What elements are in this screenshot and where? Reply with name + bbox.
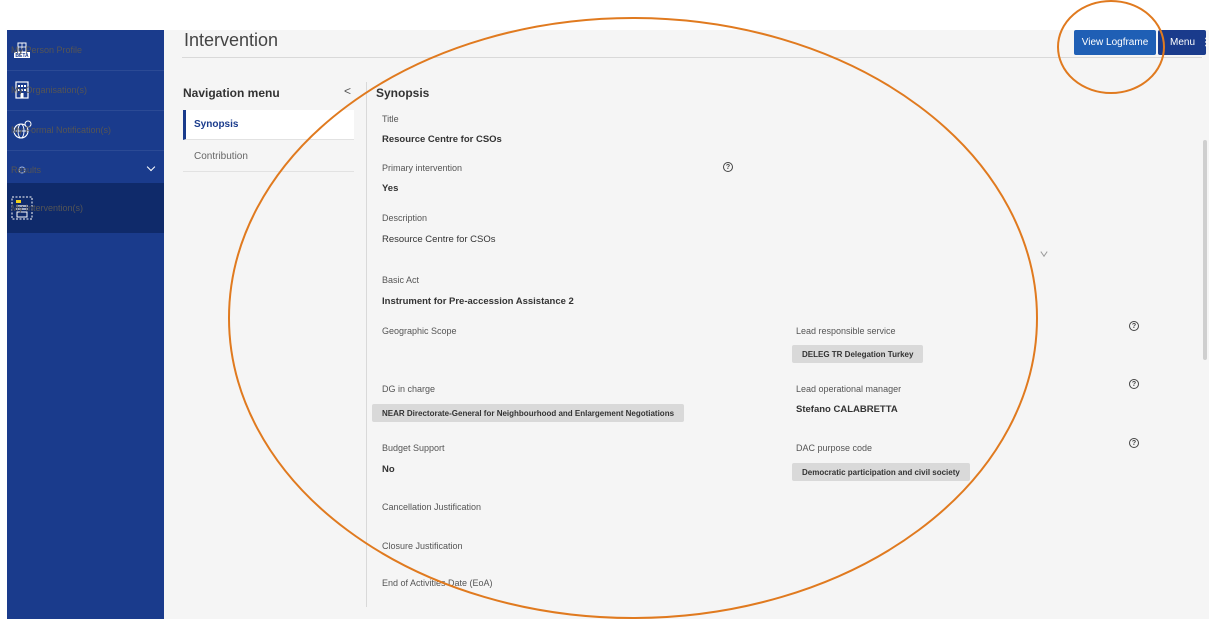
sidebar-item-formal-notifications[interactable]: My Formal Notification(s) (7, 110, 164, 150)
primary-intervention-label: Primary intervention (382, 163, 463, 173)
lead-service-label: Lead responsible service (796, 326, 896, 336)
nav-divider (366, 82, 367, 607)
menu-button[interactable]: Menu ⋮ (1158, 30, 1209, 55)
sidebar-item-organisations[interactable]: My Organisation(s) (7, 70, 164, 110)
description-label: Description (382, 213, 428, 223)
nav-item-contribution[interactable]: Contribution (183, 142, 354, 172)
lead-manager-value: Stefano CALABRETTA (796, 404, 898, 415)
main-content: Intervention View Logframe Menu ⋮ Naviga… (164, 30, 1209, 619)
closure-label: Closure Justification (382, 541, 463, 551)
sidebar-item-interventions[interactable]: My Intervention(s) (7, 183, 164, 233)
sidebar-item-label: My Person Profile (11, 45, 83, 55)
budget-support-label: Budget Support (382, 443, 445, 453)
dg-chip: NEAR Directorate-General for Neighbourho… (372, 404, 685, 422)
primary-intervention-value: Yes (382, 183, 399, 194)
collapse-nav-icon[interactable]: < (344, 84, 351, 98)
chevron-down-icon[interactable] (146, 162, 156, 172)
eoa-label: End of Activities Date (EoA) (382, 578, 493, 588)
dac-chip: Democratic participation and civil socie… (792, 463, 970, 481)
help-icon[interactable]: ? (1129, 379, 1139, 389)
nav-item-synopsis[interactable]: Synopsis (183, 110, 354, 140)
nav-title: Navigation menu (183, 86, 280, 100)
dac-label: DAC purpose code (796, 443, 873, 453)
help-icon[interactable]: ? (723, 162, 733, 172)
geographic-scope-label: Geographic Scope (382, 326, 457, 336)
title-label: Title (382, 114, 399, 124)
help-icon[interactable]: ? (1129, 321, 1139, 331)
title-value: Resource Centre for CSOs (382, 134, 502, 145)
description-field[interactable]: Resource Centre for CSOs (382, 234, 496, 245)
page-title: Intervention (184, 30, 279, 50)
sidebar-item-label: My Intervention(s) (11, 203, 84, 213)
basic-act-value: Instrument for Pre-accession Assistance … (382, 296, 574, 307)
lead-service-chip: DELEG TR Delegation Turkey (792, 345, 924, 363)
sidebar-item-label: My Organisation(s) (11, 85, 88, 95)
sidebar-item-label: My Formal Notification(s) (11, 125, 112, 135)
help-icon[interactable]: ? (1129, 438, 1139, 448)
synopsis-heading: Synopsis (376, 86, 430, 100)
scrollbar[interactable] (1203, 140, 1207, 360)
basic-act-label: Basic Act (382, 275, 420, 285)
menu-label: Menu (1170, 37, 1196, 48)
sidebar: BETA My Person Profile My Organisation(s… (7, 30, 164, 619)
more-vertical-icon: ⋮ (1201, 37, 1209, 48)
resize-handle-icon[interactable] (1040, 247, 1048, 257)
dg-label: DG in charge (382, 384, 436, 394)
sidebar-item-person-profile[interactable]: BETA My Person Profile (7, 30, 164, 70)
sidebar-item-label: Results (11, 165, 42, 175)
cancellation-label: Cancellation Justification (382, 502, 482, 512)
budget-support-value: No (382, 464, 395, 475)
view-logframe-button[interactable]: View Logframe (1074, 30, 1156, 55)
lead-manager-label: Lead operational manager (796, 384, 902, 394)
title-divider (182, 57, 1202, 58)
